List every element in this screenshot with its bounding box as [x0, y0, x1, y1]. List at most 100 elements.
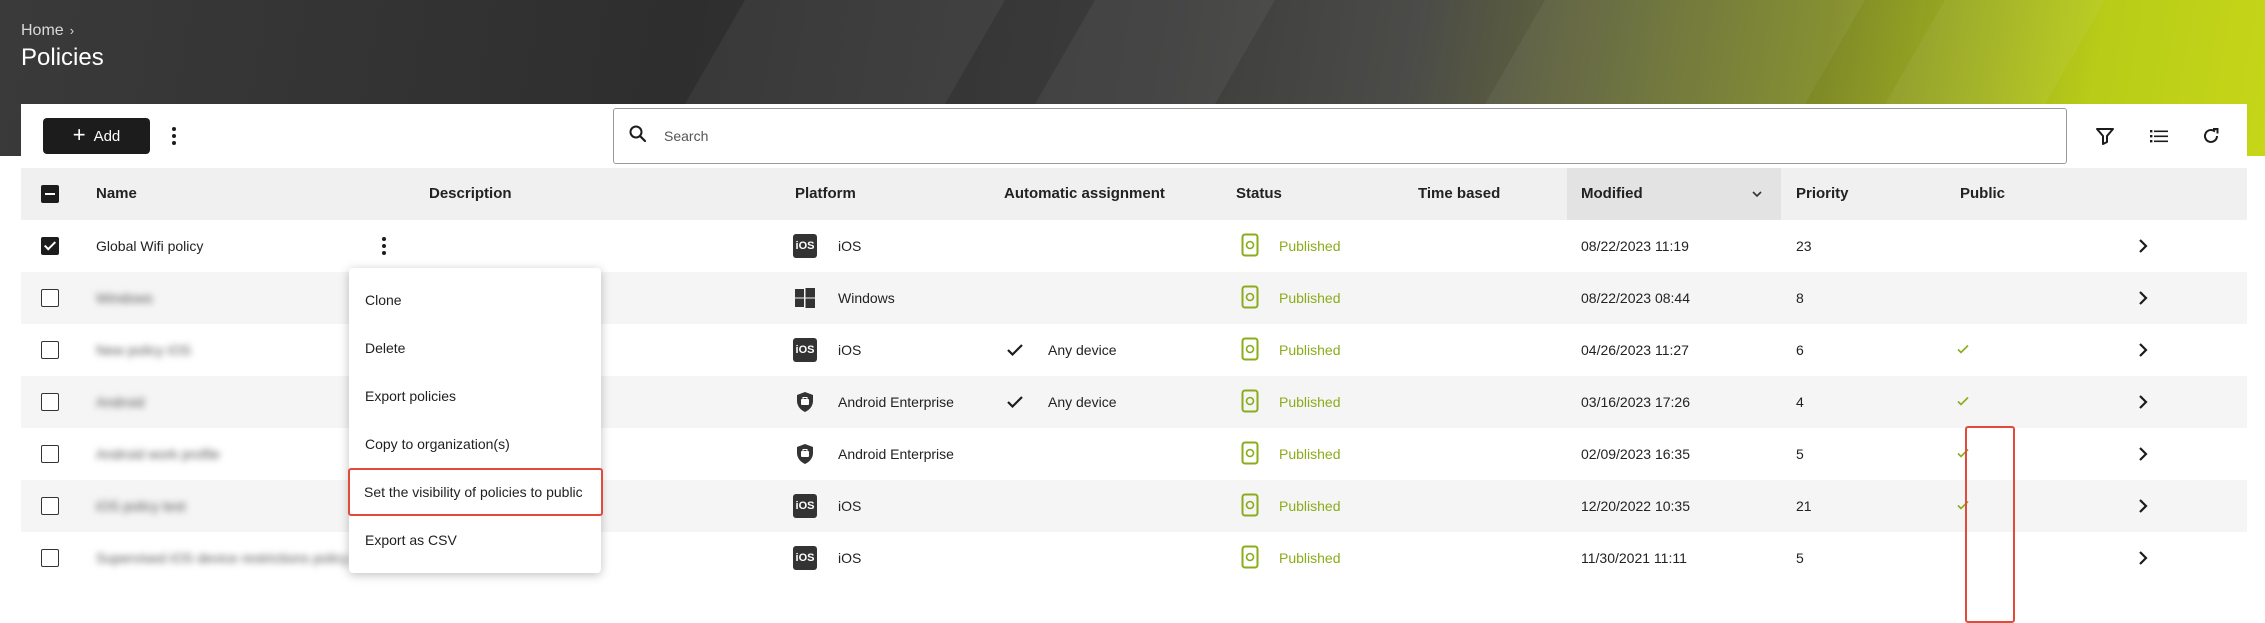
modified-date: 03/16/2023 17:26	[1581, 394, 1690, 410]
policy-name[interactable]: Global Wifi policy	[96, 238, 203, 254]
row-checkbox[interactable]	[41, 341, 59, 359]
policy-name[interactable]: Supervised iOS device restrictions polic…	[96, 550, 349, 566]
chevron-right-icon[interactable]	[2133, 392, 2153, 412]
chevron-right-icon[interactable]	[2133, 548, 2153, 568]
published-icon	[1241, 441, 1259, 465]
add-button-label: Add	[93, 127, 121, 145]
android-enterprise-icon	[797, 444, 813, 464]
page-title: Policies	[21, 44, 104, 71]
refresh-icon[interactable]	[2199, 124, 2223, 148]
menu-item-export-policies[interactable]: Export policies	[349, 372, 601, 420]
breadcrumb: Home ›	[21, 22, 74, 40]
search-icon	[629, 125, 647, 143]
menu-item-copy-to-organization[interactable]: Copy to organization(s)	[349, 420, 601, 468]
row-context-menu: Clone Delete Export policies Copy to org…	[348, 268, 603, 573]
policy-name[interactable]: Android	[96, 394, 144, 410]
modified-date: 02/09/2023 16:35	[1581, 446, 1690, 462]
priority-value: 6	[1796, 342, 1804, 358]
policy-name[interactable]: New policy iOS	[96, 342, 191, 358]
auto-assignment-label: Any device	[1048, 394, 1117, 410]
menu-item-label: Export policies	[365, 388, 457, 404]
public-check-icon	[1957, 396, 1969, 406]
check-icon	[1007, 396, 1023, 409]
col-platform[interactable]: Platform	[795, 185, 856, 202]
status-label: Published	[1279, 290, 1341, 306]
published-icon	[1241, 389, 1259, 413]
menu-item-label: Set the visibility of policies to public	[364, 484, 583, 500]
col-priority[interactable]: Priority	[1796, 185, 1849, 202]
row-checkbox[interactable]	[41, 445, 59, 463]
chevron-right-icon[interactable]	[2133, 288, 2153, 308]
modified-date: 08/22/2023 11:19	[1581, 238, 1689, 254]
status-label: Published	[1279, 238, 1341, 254]
col-public[interactable]: Public	[1960, 185, 2005, 202]
sort-desc-icon[interactable]	[1751, 188, 1763, 200]
row-checkbox[interactable]	[41, 549, 59, 567]
platform-label: Android Enterprise	[838, 394, 954, 410]
ios-icon: iOS	[793, 546, 817, 570]
policy-name[interactable]: Windows	[96, 290, 153, 306]
android-enterprise-icon	[797, 392, 813, 412]
toolbar-more-icon[interactable]	[162, 124, 186, 148]
row-more-icon[interactable]	[372, 234, 396, 258]
priority-value: 21	[1796, 498, 1812, 514]
check-icon	[1007, 344, 1023, 357]
select-all-checkbox[interactable]	[41, 185, 59, 203]
table-header: Name Description Platform Automatic assi…	[21, 168, 2247, 220]
breadcrumb-home[interactable]: Home	[21, 22, 64, 39]
col-name[interactable]: Name	[96, 185, 137, 202]
menu-item-clone[interactable]: Clone	[349, 276, 601, 324]
chevron-right-icon[interactable]	[2133, 496, 2153, 516]
windows-icon	[795, 288, 815, 308]
modified-date: 11/30/2021 11:11	[1581, 550, 1687, 566]
priority-value: 5	[1796, 550, 1804, 566]
breadcrumb-separator-icon: ›	[69, 23, 75, 38]
table-row[interactable]: Global Wifi policy iOS iOS Published 08/22/2…	[21, 220, 2247, 272]
ios-icon: iOS	[793, 494, 817, 518]
menu-item-export-csv[interactable]: Export as CSV	[349, 516, 601, 564]
published-icon	[1241, 545, 1259, 569]
menu-item-label: Copy to organization(s)	[365, 436, 510, 452]
col-time-based[interactable]: Time based	[1418, 185, 1500, 202]
menu-item-label: Clone	[365, 292, 402, 308]
published-icon	[1241, 493, 1259, 517]
row-checkbox[interactable]	[41, 237, 59, 255]
chevron-right-icon[interactable]	[2133, 236, 2153, 256]
col-status[interactable]: Status	[1236, 185, 1282, 202]
filter-icon[interactable]	[2093, 124, 2117, 148]
platform-label: iOS	[838, 238, 862, 254]
platform-label: iOS	[838, 550, 862, 566]
published-icon	[1241, 233, 1259, 257]
row-checkbox[interactable]	[41, 497, 59, 515]
published-icon	[1241, 285, 1259, 309]
priority-value: 5	[1796, 446, 1804, 462]
menu-item-delete[interactable]: Delete	[349, 324, 601, 372]
platform-label: iOS	[838, 342, 862, 358]
chevron-right-icon[interactable]	[2133, 340, 2153, 360]
status-label: Published	[1279, 394, 1341, 410]
row-checkbox[interactable]	[41, 393, 59, 411]
priority-value: 8	[1796, 290, 1804, 306]
priority-value: 23	[1796, 238, 1812, 254]
search-input[interactable]	[662, 121, 2046, 151]
platform-label: Windows	[838, 290, 895, 306]
chevron-right-icon[interactable]	[2133, 444, 2153, 464]
policy-name[interactable]: iOS policy test	[96, 498, 185, 514]
modified-date: 04/26/2023 11:27	[1581, 342, 1689, 358]
col-modified[interactable]: Modified	[1581, 185, 1643, 202]
menu-item-label: Delete	[365, 340, 406, 356]
menu-item-label: Export as CSV	[365, 532, 457, 548]
platform-label: Android Enterprise	[838, 446, 954, 462]
status-label: Published	[1279, 446, 1341, 462]
add-button[interactable]: + Add	[43, 118, 150, 154]
priority-value: 4	[1796, 394, 1804, 410]
row-checkbox[interactable]	[41, 289, 59, 307]
col-automatic-assignment[interactable]: Automatic assignment	[1004, 185, 1165, 202]
policy-name[interactable]: Android work profile	[96, 446, 220, 462]
col-description[interactable]: Description	[429, 185, 512, 202]
ios-icon: iOS	[793, 234, 817, 258]
list-view-icon[interactable]	[2147, 124, 2171, 148]
menu-item-set-public[interactable]: Set the visibility of policies to public	[348, 468, 603, 516]
search-box[interactable]	[613, 108, 2067, 164]
public-column-highlight	[1965, 426, 2015, 623]
